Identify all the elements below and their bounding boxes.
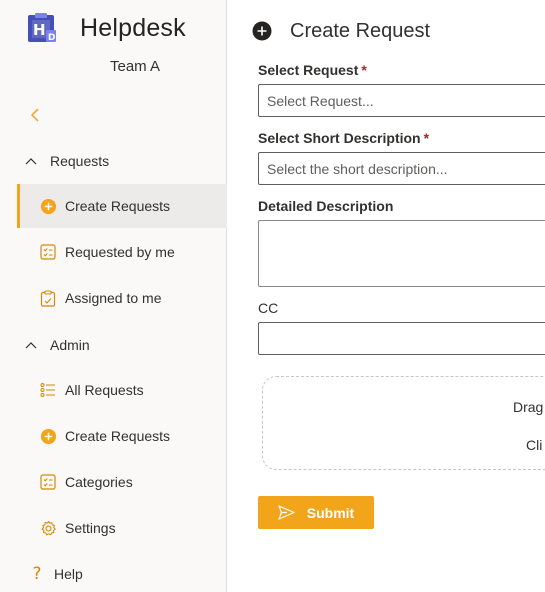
section-admin[interactable]: Admin (24, 330, 90, 360)
dropzone-text-drag: Drag (513, 399, 544, 415)
sidebar-item-label: Requested by me (65, 244, 175, 260)
sidebar-item-settings[interactable]: Settings (17, 506, 227, 550)
collapse-sidebar-button[interactable] (24, 104, 46, 126)
checklist-icon (39, 243, 57, 261)
cc-label: CC (258, 300, 279, 316)
page-title: Create Request (290, 19, 431, 42)
plus-circle-icon (39, 197, 57, 215)
sidebar-item-label: Settings (65, 520, 116, 536)
short-description-placeholder: Select the short description... (267, 160, 448, 177)
plus-circle-icon (39, 427, 57, 445)
brand: H D Helpdesk (26, 8, 186, 48)
svg-text:D: D (48, 33, 55, 43)
detailed-description-label: Detailed Description (258, 198, 394, 214)
sidebar-item-categories[interactable]: Categories (17, 460, 227, 504)
section-label: Requests (50, 153, 110, 169)
required-marker: * (361, 62, 367, 78)
required-marker: * (423, 130, 430, 146)
chevron-left-icon (30, 108, 39, 122)
sidebar-item-create-requests[interactable]: Create Requests (17, 184, 227, 228)
select-request-dropdown[interactable]: Select Request... (258, 84, 545, 117)
sidebar-item-label: Create Requests (65, 198, 171, 214)
short-description-label: Select Short Description * (258, 130, 430, 146)
main-content: Create Request Select Request * Select Re… (228, 0, 545, 592)
helpdesk-logo-icon: H D (28, 13, 56, 43)
chevron-up-icon (24, 154, 38, 168)
select-request-placeholder: Select Request... (267, 92, 374, 109)
file-dropzone[interactable]: Drag Cli (262, 376, 545, 470)
sidebar: H D Helpdesk Team A Requests Create Requ… (0, 0, 227, 592)
submit-label: Submit (306, 504, 355, 521)
sidebar-item-assigned-to-me[interactable]: Assigned to me (17, 276, 227, 320)
sidebar-item-label: Assigned to me (65, 290, 162, 306)
cc-input[interactable] (258, 322, 545, 355)
detailed-description-textarea[interactable] (258, 220, 545, 287)
dropzone-text-click: Cli (526, 437, 543, 453)
svg-text:H: H (33, 21, 46, 39)
sidebar-item-requested-by-me[interactable]: Requested by me (17, 230, 227, 274)
page-header: Create Request (252, 18, 430, 44)
sidebar-item-label: Categories (65, 474, 133, 490)
short-description-dropdown[interactable]: Select the short description... (258, 152, 545, 185)
chevron-up-icon (24, 338, 38, 352)
section-label: Admin (50, 337, 90, 353)
sidebar-item-label: Create Requests (65, 428, 171, 444)
bullet-list-icon (39, 381, 57, 399)
sidebar-item-all-requests[interactable]: All Requests (17, 368, 227, 412)
sidebar-item-help[interactable]: ? Help (8, 552, 218, 592)
select-request-label: Select Request * (258, 62, 367, 78)
clipboard-icon (39, 289, 57, 307)
app-title: Helpdesk (80, 13, 186, 42)
sidebar-item-admin-create-requests[interactable]: Create Requests (17, 414, 227, 458)
sidebar-item-label: All Requests (65, 382, 144, 398)
sidebar-item-label: Help (54, 566, 83, 582)
section-requests[interactable]: Requests (24, 146, 109, 176)
question-icon: ? (32, 564, 42, 584)
gear-icon (39, 519, 57, 537)
send-icon (278, 505, 295, 520)
submit-button[interactable]: Submit (258, 496, 374, 529)
plus-circle-icon (252, 21, 272, 41)
checklist-icon (39, 473, 57, 491)
